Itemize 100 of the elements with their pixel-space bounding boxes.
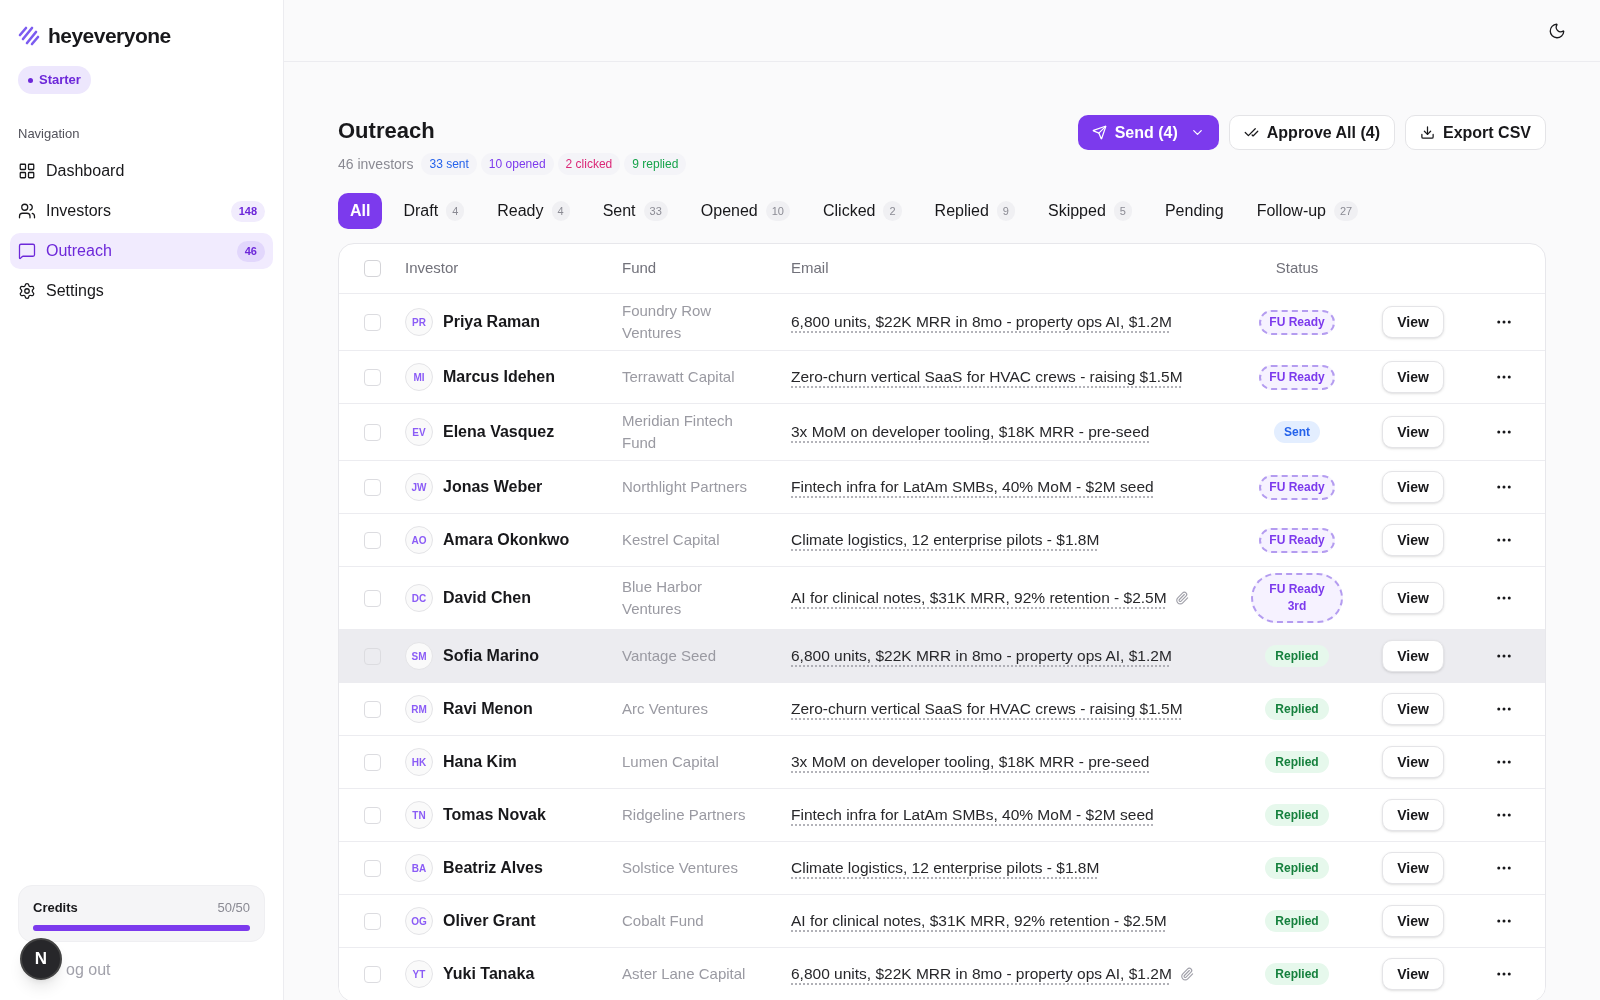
initials-avatar: DC bbox=[405, 584, 433, 612]
view-button[interactable]: View bbox=[1382, 640, 1444, 672]
row-checkbox[interactable] bbox=[363, 313, 381, 331]
filter-tab[interactable]: Skipped 5 bbox=[1035, 193, 1144, 229]
email-subject[interactable]: Fintech infra for LatAm SMBs, 40% MoM - $2M seed bbox=[791, 475, 1154, 499]
view-button[interactable]: View bbox=[1382, 306, 1444, 338]
nav-icon bbox=[18, 202, 36, 221]
table-row[interactable]: SM Sofia Marino Vantage Seed 6,800 units, $22K MRR in 8mo - property ops AI, $1.2M Replied View bbox=[339, 630, 1545, 683]
fund-name: Foundry Row Ventures bbox=[622, 301, 713, 343]
email-subject[interactable]: AI for clinical notes, $31K MRR, 92% retention - $2.5M bbox=[791, 586, 1167, 610]
nav-item[interactable]: Settings bbox=[10, 273, 273, 310]
email-subject[interactable]: 3x MoM on developer tooling, $18K MRR - pre-seed bbox=[791, 420, 1150, 444]
fund-name: Terrawatt Capital bbox=[622, 367, 736, 387]
filter-tab[interactable]: Clicked 2 bbox=[811, 193, 914, 229]
tab-count: 27 bbox=[1334, 200, 1359, 222]
email-subject[interactable]: 6,800 units, $22K MRR in 8mo - property ops AI, $1.2M bbox=[791, 962, 1172, 986]
nav-item[interactable]: Investors 148 bbox=[10, 193, 273, 230]
tab-count: 5 bbox=[1113, 200, 1132, 222]
email-subject[interactable]: Fintech infra for LatAm SMBs, 40% MoM - $2M seed bbox=[791, 803, 1154, 827]
initials-avatar: PR bbox=[405, 308, 433, 336]
row-checkbox[interactable] bbox=[363, 478, 381, 496]
row-checkbox[interactable] bbox=[363, 753, 381, 771]
select-all-checkbox[interactable] bbox=[363, 260, 381, 277]
initials-avatar: YT bbox=[405, 960, 433, 988]
view-button[interactable]: View bbox=[1382, 958, 1444, 990]
fund-name: Solstice Ventures bbox=[622, 858, 739, 878]
filter-tab[interactable]: Opened 10 bbox=[688, 193, 802, 229]
nav-item[interactable]: Dashboard bbox=[10, 153, 273, 190]
column-header: Email bbox=[791, 259, 829, 277]
email-subject[interactable]: Zero-churn vertical SaaS for HVAC crews - raising $1.5M bbox=[791, 697, 1183, 721]
email-subject[interactable]: 3x MoM on developer tooling, $18K MRR - pre-seed bbox=[791, 750, 1150, 774]
filter-tab[interactable]: Follow-up 27 bbox=[1244, 193, 1371, 229]
status-badge: FU Ready 3rd bbox=[1251, 573, 1343, 623]
status-badge: Replied bbox=[1265, 910, 1329, 932]
nav-item[interactable]: Outreach 46 bbox=[10, 233, 273, 270]
row-checkbox[interactable] bbox=[363, 965, 381, 983]
email-subject[interactable]: 6,800 units, $22K MRR in 8mo - property ops AI, $1.2M bbox=[791, 644, 1172, 668]
view-button[interactable]: View bbox=[1382, 905, 1444, 937]
view-button[interactable]: View bbox=[1382, 416, 1444, 448]
paperclip-icon bbox=[1179, 967, 1194, 981]
fund-name: Lumen Capital bbox=[622, 752, 720, 772]
row-checkbox[interactable] bbox=[363, 700, 381, 718]
row-checkbox[interactable] bbox=[363, 912, 381, 930]
initials-avatar: JW bbox=[405, 473, 433, 501]
logo-icon bbox=[18, 25, 40, 46]
fund-name: Arc Ventures bbox=[622, 699, 709, 719]
investor-name: Sofia Marino bbox=[443, 646, 539, 666]
filter-tab[interactable]: Draft 4 bbox=[391, 193, 477, 229]
email-subject[interactable]: Climate logistics, 12 enterprise pilots - $1.8M bbox=[791, 856, 1100, 880]
fund-name: Meridian Fintech Fund bbox=[622, 411, 734, 453]
avatar-badge[interactable]: N bbox=[20, 938, 62, 980]
filter-tab[interactable]: Ready 4 bbox=[485, 193, 582, 229]
row-checkbox[interactable] bbox=[363, 368, 381, 386]
row-checkbox[interactable] bbox=[363, 531, 381, 549]
email-subject[interactable]: Climate logistics, 12 enterprise pilots - $1.8M bbox=[791, 528, 1100, 552]
nav-icon bbox=[18, 242, 36, 261]
initials-avatar: MI bbox=[405, 363, 433, 391]
investor-name: Yuki Tanaka bbox=[443, 964, 535, 984]
nav-heading: Navigation bbox=[17, 124, 81, 143]
export-csv-button[interactable]: Export CSV bbox=[1405, 115, 1546, 150]
status-badge: FU Ready bbox=[1259, 309, 1335, 335]
status-badge: Replied bbox=[1265, 804, 1329, 826]
view-button[interactable]: View bbox=[1382, 582, 1444, 614]
view-button[interactable]: View bbox=[1382, 471, 1444, 503]
page-title: Outreach bbox=[338, 117, 436, 145]
view-button[interactable]: View bbox=[1382, 361, 1444, 393]
stat-badge: 2 clicked bbox=[557, 153, 621, 175]
email-subject[interactable]: Zero-churn vertical SaaS for HVAC crews - raising $1.5M bbox=[791, 365, 1183, 389]
fund-name: Blue Harbor Ventures bbox=[622, 577, 704, 619]
investor-name: David Chen bbox=[443, 588, 531, 608]
count-badge: 148 bbox=[230, 201, 265, 222]
view-button[interactable]: View bbox=[1382, 524, 1444, 556]
status-badge: Sent bbox=[1274, 421, 1320, 443]
stat-badge: 9 replied bbox=[624, 153, 687, 175]
send-button[interactable]: Send (4) bbox=[1077, 115, 1219, 150]
filter-tab[interactable]: Pending bbox=[1152, 193, 1236, 229]
status-badge: Replied bbox=[1265, 963, 1329, 985]
investor-name: Elena Vasquez bbox=[443, 422, 555, 442]
investor-name: Oliver Grant bbox=[443, 911, 536, 931]
nav-icon bbox=[18, 282, 36, 301]
filter-tab[interactable]: Replied 9 bbox=[922, 193, 1027, 229]
tab-count: 33 bbox=[643, 200, 668, 222]
view-button[interactable]: View bbox=[1382, 693, 1444, 725]
filter-tab[interactable]: Sent 33 bbox=[590, 193, 680, 229]
theme-toggle-icon[interactable] bbox=[1548, 21, 1566, 40]
view-button[interactable]: View bbox=[1382, 746, 1444, 778]
investor-name: Amara Okonkwo bbox=[443, 530, 570, 550]
row-checkbox[interactable] bbox=[363, 859, 381, 877]
initials-avatar: TN bbox=[405, 801, 433, 829]
row-checkbox[interactable] bbox=[363, 423, 381, 441]
status-badge: FU Ready bbox=[1259, 364, 1335, 390]
investor-name: Tomas Novak bbox=[443, 805, 546, 825]
approve-all-button[interactable]: Approve All (4) bbox=[1228, 115, 1395, 150]
row-checkbox[interactable] bbox=[363, 589, 381, 607]
view-button[interactable]: View bbox=[1382, 852, 1444, 884]
row-checkbox[interactable] bbox=[363, 806, 381, 824]
email-subject[interactable]: 6,800 units, $22K MRR in 8mo - property ops AI, $1.2M bbox=[791, 310, 1172, 334]
filter-tab[interactable]: All bbox=[338, 193, 383, 229]
email-subject[interactable]: AI for clinical notes, $31K MRR, 92% retention - $2.5M bbox=[791, 909, 1167, 933]
view-button[interactable]: View bbox=[1382, 799, 1444, 831]
